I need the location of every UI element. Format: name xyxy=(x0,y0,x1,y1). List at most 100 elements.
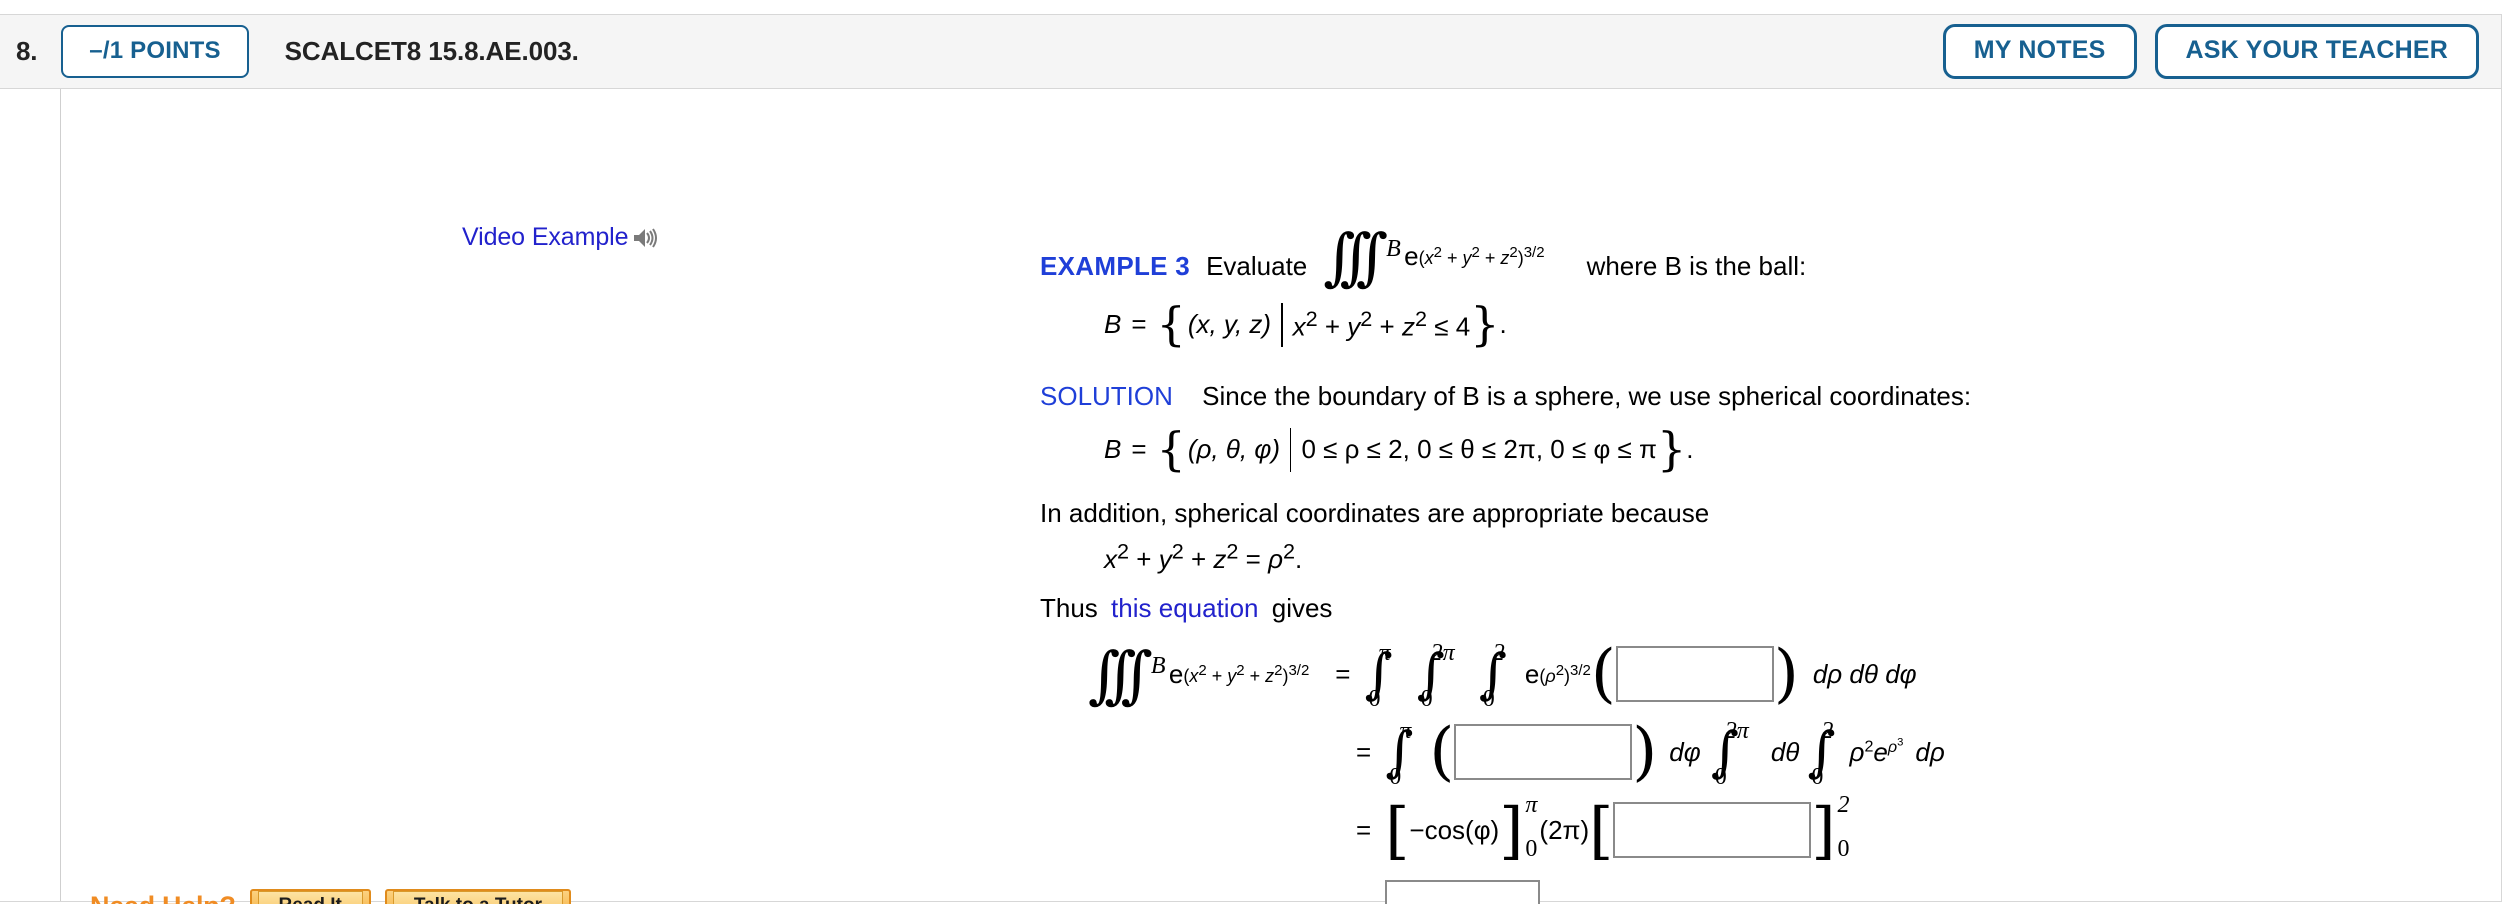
question-body: Video Example EXAMPLE 3 Evaluate ∫∫∫ B e… xyxy=(0,89,2501,904)
left-rail-divider xyxy=(60,89,61,901)
sph-def-condition: 0 ≤ ρ ≤ 2, 0 ≤ θ ≤ 2π, 0 ≤ φ ≤ π xyxy=(1301,434,1657,465)
need-help-section: Need Help? Read It Talk to a Tutor xyxy=(90,889,571,904)
identity-line: x2 + y2 + z2 = ρ2. xyxy=(1104,539,2460,576)
solution-text: Since the boundary of B is a sphere, we … xyxy=(1202,380,1972,411)
talk-to-tutor-button[interactable]: Talk to a Tutor xyxy=(384,889,571,904)
differential-drho: dρ xyxy=(1915,736,1945,767)
integral-2: ∫ 2π 0 xyxy=(1416,640,1455,713)
integral-subscript: B xyxy=(1386,235,1401,262)
thus-prefix: Thus xyxy=(1040,593,1098,624)
open-paren: ( xyxy=(1590,637,1616,712)
integrand-base: e xyxy=(1524,658,1540,689)
answer-input-3[interactable] xyxy=(1613,802,1812,859)
ask-your-teacher-button[interactable]: ASK YOUR TEACHER xyxy=(2154,24,2479,79)
spherical-definition-line: B = { (ρ, θ, φ) 0 ≤ ρ ≤ 2, 0 ≤ θ ≤ 2π, 0… xyxy=(1104,422,2460,477)
ball-def-condition: x2 + y2 + z2 ≤ 4 xyxy=(1292,306,1471,343)
assignment-code: SCALCET8 15.8.AE.003. xyxy=(284,36,579,66)
row2-integrand: ρ2eρ3 xyxy=(1849,736,1904,768)
triple-integral-symbol: ∫∫∫ xyxy=(1323,220,1388,293)
integral-lower-limit: 0 xyxy=(1368,686,1381,713)
integral-lower-limit: 0 xyxy=(1389,764,1402,791)
points-badge: –/1 POINTS xyxy=(61,25,249,78)
read-it-label: Read It xyxy=(257,891,363,904)
integrand-exponent: (x2 + y2 + z2)3/2 xyxy=(1418,244,1545,269)
right-brace: } xyxy=(1470,297,1500,352)
integral-3: ∫ 2 0 xyxy=(1478,640,1507,713)
page-root: 8. –/1 POINTS SCALCET8 15.8.AE.003. MY N… xyxy=(0,0,2508,904)
integral-lower-limit: 0 xyxy=(1420,686,1433,713)
open-paren: ( xyxy=(1429,715,1455,790)
this-equation-link[interactable]: this equation xyxy=(1111,593,1258,623)
differentials-1: dρ dθ dφ xyxy=(1812,658,1917,689)
evaluate-word: Evaluate xyxy=(1206,251,1308,281)
video-example-label: Video Example xyxy=(462,223,629,251)
question-number: 8. xyxy=(16,36,38,66)
integral-1: ∫ π 0 xyxy=(1364,640,1393,713)
integral-subscript: B xyxy=(1150,653,1166,680)
bracket-lower-limit: 0 xyxy=(1837,836,1850,863)
differential-dtheta: dθ xyxy=(1770,736,1800,767)
integral-upper-limit: π xyxy=(1399,718,1412,745)
answer-input-4[interactable] xyxy=(1385,880,1541,904)
set-divider-bar xyxy=(1289,427,1292,472)
open-bracket-1: [ xyxy=(1385,793,1410,867)
triple-integral-symbol: ∫∫∫ xyxy=(1088,637,1153,711)
header-actions: MY NOTES ASK YOUR TEACHER xyxy=(1942,24,2479,79)
close-paren: ) xyxy=(1632,715,1658,790)
solution-tag: SOLUTION xyxy=(1040,380,1173,411)
ball-def-equals: = xyxy=(1131,309,1147,340)
bracket-lower-limit: 0 xyxy=(1525,836,1538,863)
integral-3: ∫ 2 0 xyxy=(1807,718,1836,791)
integral-upper-limit: 2π xyxy=(1724,718,1749,745)
equation-row-2: = ∫ π 0 ( ) dφ ∫ 2π 0 dθ ∫ 2 0 ρ2eρ3 dρ xyxy=(1342,715,2460,791)
close-paren: ) xyxy=(1773,637,1799,712)
set-divider-bar xyxy=(1281,302,1283,347)
integral-1: ∫ π 0 xyxy=(1385,718,1414,791)
sph-def-tuple: (ρ, θ, φ) xyxy=(1187,434,1280,465)
ball-definition-line: B = { (x, y, z) x2 + y2 + z2 ≤ 4 } . xyxy=(1104,297,2460,352)
integrand-base: e xyxy=(1168,658,1184,689)
my-notes-button[interactable]: MY NOTES xyxy=(1942,24,2137,79)
thus-line: Thus this equation gives xyxy=(1040,593,2460,624)
integral-lower-limit: 0 xyxy=(1811,764,1824,791)
right-brace: } xyxy=(1656,422,1687,477)
talk-to-tutor-label: Talk to a Tutor xyxy=(392,891,563,904)
sph-def-lhs: B xyxy=(1104,434,1122,465)
close-bracket-1: ] xyxy=(1499,793,1524,867)
sph-def-period: . xyxy=(1686,434,1694,465)
where-ball-text: where B is the ball: xyxy=(1586,251,1807,281)
equation-row-4: = . xyxy=(1342,880,2460,904)
solution-line: SOLUTION Since the boundary of B is a sp… xyxy=(1040,381,2460,412)
integral-upper-limit: 2 xyxy=(1821,718,1834,745)
left-brace: { xyxy=(1156,422,1186,477)
final-period: . xyxy=(1554,893,1561,904)
triple-integral-expression: ∫∫∫ B e (x2 + y2 + z2)3/2 xyxy=(1323,220,1545,293)
equals-sign: = xyxy=(1356,814,1372,845)
answer-input-2[interactable] xyxy=(1454,724,1633,781)
read-it-button[interactable]: Read It xyxy=(249,889,371,904)
equals-sign: = xyxy=(1335,658,1351,689)
sph-def-equals: = xyxy=(1131,434,1147,465)
close-bracket-2: ] xyxy=(1811,793,1836,867)
integrand-exponent: (x2 + y2 + z2)3/2 xyxy=(1183,661,1310,686)
example-heading-line: EXAMPLE 3 Evaluate ∫∫∫ B e (x2 + y2 + z2… xyxy=(1040,220,2460,293)
ball-def-period: . xyxy=(1499,309,1507,340)
question-header: 8. –/1 POINTS SCALCET8 15.8.AE.003. MY N… xyxy=(0,15,2501,89)
equation-row-1: ∫∫∫ B e (x2 + y2 + z2)3/2 = ∫ π 0 ∫ 2π 0… xyxy=(1088,637,2460,713)
need-help-label: Need Help? xyxy=(90,891,236,904)
identity-expression: x2 + y2 + z2 = ρ2. xyxy=(1104,538,1303,575)
two-pi-factor: (2π) xyxy=(1539,814,1590,845)
open-bracket-2: [ xyxy=(1589,793,1614,867)
left-brace: { xyxy=(1156,297,1186,352)
video-example-link[interactable]: Video Example xyxy=(462,223,658,252)
integral-upper-limit: 2 xyxy=(1492,640,1505,667)
integral-lower-limit: 0 xyxy=(1714,764,1727,791)
integral-upper-limit: 2π xyxy=(1430,640,1455,667)
answer-input-1[interactable] xyxy=(1615,646,1774,703)
speaker-icon xyxy=(632,226,658,250)
bracket-upper-limit: 2 xyxy=(1837,792,1850,819)
question-frame: 8. –/1 POINTS SCALCET8 15.8.AE.003. MY N… xyxy=(0,14,2502,904)
example-content: EXAMPLE 3 Evaluate ∫∫∫ B e (x2 + y2 + z2… xyxy=(1040,220,2460,904)
bracket-upper-limit: π xyxy=(1525,792,1538,819)
lhs-triple-integral: ∫∫∫ B e (x2 + y2 + z2)3/2 xyxy=(1088,637,1310,711)
